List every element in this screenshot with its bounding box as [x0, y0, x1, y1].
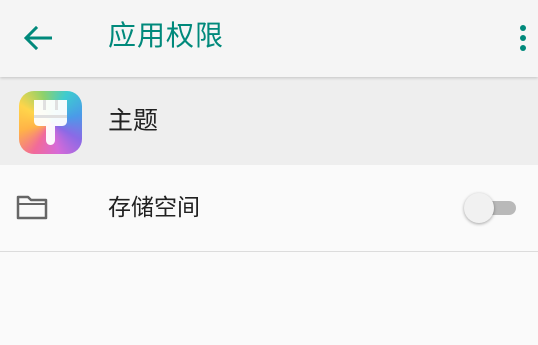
storage-permission-toggle[interactable]	[464, 192, 518, 224]
folder-icon	[16, 195, 48, 220]
permission-label: 存储空间	[108, 195, 200, 221]
app-bar: 应用权限	[0, 0, 538, 77]
back-button[interactable]	[14, 14, 62, 62]
page-title: 应用权限	[108, 19, 225, 52]
more-vert-icon	[520, 25, 526, 51]
arrow-back-icon	[24, 26, 52, 50]
switch-thumb	[464, 193, 494, 223]
app-header-row: 主题	[0, 77, 538, 165]
permission-row-storage[interactable]: 存储空间	[0, 165, 538, 252]
more-options-button[interactable]	[508, 14, 538, 62]
paintbrush-theme-icon	[19, 91, 82, 154]
app-name: 主题	[108, 106, 159, 135]
